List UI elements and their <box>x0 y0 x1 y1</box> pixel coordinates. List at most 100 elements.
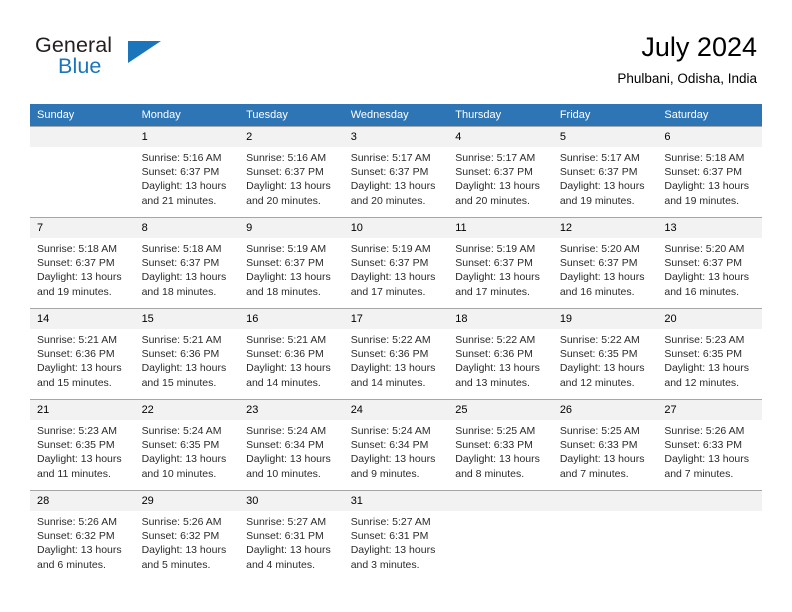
calendar-day-cell[interactable]: 22 Sunrise: 5:24 AM Sunset: 6:35 PM Dayligh… <box>134 399 240 491</box>
day-number: 13 <box>657 218 762 238</box>
daylight-duration-line2: and 10 minutes. <box>246 467 321 480</box>
calendar-day-cell[interactable]: 8 Sunrise: 5:18 AM Sunset: 6:37 PM Daylight… <box>134 217 240 309</box>
sunrise-time: Sunrise: 5:18 AM <box>664 152 745 164</box>
calendar-day-cell[interactable]: 1 Sunrise: 5:16 AM Sunset: 6:37 PM Daylight… <box>134 126 240 218</box>
calendar-day-cell[interactable]: 15 Sunrise: 5:21 AM Sunset: 6:36 PM Dayligh… <box>134 308 240 400</box>
calendar-day-cell[interactable]: 10 Sunrise: 5:19 AM Sunset: 6:37 PM Dayligh… <box>343 217 449 309</box>
day-details: Sunrise: 5:24 AM Sunset: 6:34 PM Daylight:… <box>239 420 344 481</box>
sunset-time: Sunset: 6:35 PM <box>37 439 115 452</box>
daylight-duration-line1: Daylight: 13 hours <box>664 453 750 466</box>
sunset-time: Sunset: 6:33 PM <box>664 439 743 452</box>
sunset-time: Sunset: 6:37 PM <box>455 257 533 270</box>
weekday-header-friday: Friday <box>552 104 658 127</box>
day-number: 29 <box>134 491 240 511</box>
calendar-day-cell[interactable]: 26 Sunrise: 5:25 AM Sunset: 6:33 PM Dayligh… <box>552 399 658 491</box>
calendar-week-row: 7 Sunrise: 5:18 AM Sunset: 6:37 PM Daylight… <box>30 217 762 309</box>
day-number: 5 <box>552 127 658 147</box>
calendar-day-cell[interactable]: 4 Sunrise: 5:17 AM Sunset: 6:37 PM Daylight… <box>448 126 553 218</box>
title-block: July 2024 Phulbani, Odisha, India <box>617 30 757 90</box>
weekday-header-sunday: Sunday <box>30 104 135 127</box>
calendar-day-cell[interactable]: 25 Sunrise: 5:25 AM Sunset: 6:33 PM Dayligh… <box>448 399 553 491</box>
day-number: 31 <box>343 491 449 511</box>
calendar-empty-cell <box>30 126 135 218</box>
daylight-duration-line2: and 21 minutes. <box>141 194 217 207</box>
daylight-duration-line1: Daylight: 13 hours <box>246 362 331 375</box>
calendar-grid: Sunday Monday Tuesday Wednesday Thursday… <box>30 104 762 581</box>
calendar-week-row: 1 Sunrise: 5:16 AM Sunset: 6:37 PM Daylight… <box>30 126 762 218</box>
sunset-time: Sunset: 6:37 PM <box>246 257 324 270</box>
calendar-day-cell[interactable]: 17 Sunrise: 5:22 AM Sunset: 6:36 PM Dayligh… <box>343 308 449 400</box>
sunset-time: Sunset: 6:37 PM <box>664 166 743 179</box>
daylight-duration-line1: Daylight: 13 hours <box>246 271 331 284</box>
day-details: Sunrise: 5:17 AM Sunset: 6:37 PM Daylight:… <box>553 147 658 208</box>
day-number: 2 <box>239 127 344 147</box>
sunrise-time: Sunrise: 5:24 AM <box>246 425 327 437</box>
calendar-day-cell[interactable]: 5 Sunrise: 5:17 AM Sunset: 6:37 PM Daylight… <box>552 126 658 218</box>
calendar-day-cell[interactable]: 31 Sunrise: 5:27 AM Sunset: 6:31 PM Dayligh… <box>343 490 449 581</box>
day-details: Sunrise: 5:24 AM Sunset: 6:34 PM Daylight:… <box>344 420 449 481</box>
calendar-day-cell[interactable]: 14 Sunrise: 5:21 AM Sunset: 6:36 PM Dayligh… <box>30 308 135 400</box>
calendar-day-cell[interactable]: 11 Sunrise: 5:19 AM Sunset: 6:37 PM Dayligh… <box>448 217 553 309</box>
calendar-day-cell[interactable]: 2 Sunrise: 5:16 AM Sunset: 6:37 PM Daylight… <box>239 126 344 218</box>
day-number: 28 <box>30 491 135 511</box>
day-number: 22 <box>134 400 240 420</box>
day-number: 1 <box>134 127 240 147</box>
calendar-day-cell[interactable]: 9 Sunrise: 5:19 AM Sunset: 6:37 PM Daylight… <box>239 217 344 309</box>
calendar-day-cell[interactable]: 28 Sunrise: 5:26 AM Sunset: 6:32 PM Dayligh… <box>30 490 135 581</box>
sunrise-time: Sunrise: 5:21 AM <box>141 334 222 346</box>
calendar-day-cell[interactable]: 29 Sunrise: 5:26 AM Sunset: 6:32 PM Dayligh… <box>134 490 240 581</box>
daylight-duration-line2: and 7 minutes. <box>664 467 734 480</box>
day-number: 8 <box>134 218 240 238</box>
daylight-duration-line1: Daylight: 13 hours <box>559 453 645 466</box>
sunset-time: Sunset: 6:36 PM <box>246 348 324 361</box>
sunset-time: Sunset: 6:33 PM <box>559 439 638 452</box>
daylight-duration-line1: Daylight: 13 hours <box>141 453 227 466</box>
daylight-duration-line2: and 9 minutes. <box>350 467 420 480</box>
day-details: Sunrise: 5:19 AM Sunset: 6:37 PM Daylight:… <box>344 238 449 299</box>
calendar-day-cell[interactable]: 13 Sunrise: 5:20 AM Sunset: 6:37 PM Dayligh… <box>657 217 762 309</box>
calendar-day-cell[interactable]: 6 Sunrise: 5:18 AM Sunset: 6:37 PM Daylight… <box>657 126 762 218</box>
day-number: 6 <box>657 127 762 147</box>
calendar-day-cell[interactable]: 30 Sunrise: 5:27 AM Sunset: 6:31 PM Dayligh… <box>239 490 344 581</box>
calendar-day-cell[interactable]: 12 Sunrise: 5:20 AM Sunset: 6:37 PM Dayligh… <box>552 217 658 309</box>
sunrise-time: Sunrise: 5:23 AM <box>664 334 745 346</box>
daylight-duration-line1: Daylight: 13 hours <box>350 180 436 193</box>
calendar-day-cell[interactable]: 3 Sunrise: 5:17 AM Sunset: 6:37 PM Daylight… <box>343 126 449 218</box>
day-number: 26 <box>552 400 658 420</box>
daylight-duration-line1: Daylight: 13 hours <box>141 271 227 284</box>
day-details: Sunrise: 5:25 AM Sunset: 6:33 PM Daylight:… <box>448 420 553 481</box>
calendar-day-cell[interactable]: 23 Sunrise: 5:24 AM Sunset: 6:34 PM Dayligh… <box>239 399 344 491</box>
sunset-time: Sunset: 6:37 PM <box>664 257 743 270</box>
day-details: Sunrise: 5:22 AM Sunset: 6:35 PM Daylight:… <box>553 329 658 390</box>
day-details: Sunrise: 5:20 AM Sunset: 6:37 PM Daylight:… <box>553 238 658 299</box>
general-blue-logo[interactable]: General Blue <box>35 33 265 83</box>
calendar-day-cell[interactable]: 16 Sunrise: 5:21 AM Sunset: 6:36 PM Dayligh… <box>239 308 344 400</box>
weekday-header-saturday: Saturday <box>657 104 762 127</box>
sunrise-time: Sunrise: 5:18 AM <box>37 243 117 255</box>
sunrise-time: Sunrise: 5:19 AM <box>246 243 327 255</box>
calendar-day-cell[interactable]: 21 Sunrise: 5:23 AM Sunset: 6:35 PM Dayligh… <box>30 399 135 491</box>
weekday-header-wednesday: Wednesday <box>343 104 449 127</box>
day-number: 25 <box>448 400 553 420</box>
daylight-duration-line1: Daylight: 13 hours <box>455 271 540 284</box>
daylight-duration-line1: Daylight: 13 hours <box>37 271 122 284</box>
day-number: 7 <box>30 218 135 238</box>
daylight-duration-line1: Daylight: 13 hours <box>664 271 750 284</box>
day-number: 11 <box>448 218 553 238</box>
calendar-day-cell[interactable]: 27 Sunrise: 5:26 AM Sunset: 6:33 PM Dayligh… <box>657 399 762 491</box>
calendar-day-cell[interactable]: 20 Sunrise: 5:23 AM Sunset: 6:35 PM Dayligh… <box>657 308 762 400</box>
calendar-day-cell[interactable]: 7 Sunrise: 5:18 AM Sunset: 6:37 PM Daylight… <box>30 217 135 309</box>
sunset-time: Sunset: 6:32 PM <box>37 530 115 543</box>
day-details: Sunrise: 5:23 AM Sunset: 6:35 PM Daylight:… <box>30 420 135 481</box>
sunrise-time: Sunrise: 5:20 AM <box>664 243 745 255</box>
calendar-body: 1 Sunrise: 5:16 AM Sunset: 6:37 PM Daylight… <box>30 126 762 581</box>
daylight-duration-line1: Daylight: 13 hours <box>455 453 540 466</box>
daylight-duration-line2: and 17 minutes. <box>350 285 426 298</box>
sunset-time: Sunset: 6:37 PM <box>37 257 115 270</box>
calendar-day-cell[interactable]: 18 Sunrise: 5:22 AM Sunset: 6:36 PM Dayligh… <box>448 308 553 400</box>
day-details: Sunrise: 5:19 AM Sunset: 6:37 PM Daylight:… <box>448 238 553 299</box>
sunset-time: Sunset: 6:36 PM <box>37 348 115 361</box>
calendar-day-cell[interactable]: 24 Sunrise: 5:24 AM Sunset: 6:34 PM Dayligh… <box>343 399 449 491</box>
daylight-duration-line2: and 20 minutes. <box>246 194 321 207</box>
calendar-day-cell[interactable]: 19 Sunrise: 5:22 AM Sunset: 6:35 PM Dayligh… <box>552 308 658 400</box>
